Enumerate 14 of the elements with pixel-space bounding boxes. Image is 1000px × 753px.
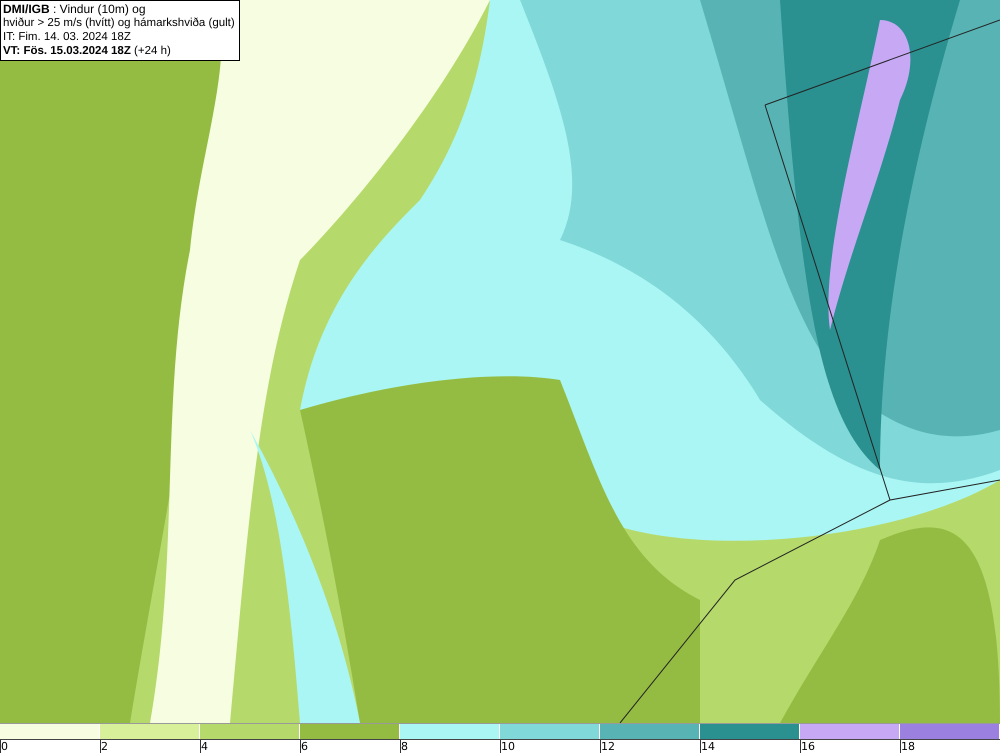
- legend-label: 2: [101, 740, 108, 753]
- info-text: IT: Fim. 14. 03. 2024 18Z: [3, 30, 132, 44]
- info-text: hviður > 25 m/s (hvítt) og hámarkshviða (gult): [3, 16, 235, 30]
- legend-label: 0: [1, 740, 8, 753]
- legend-label: 10: [501, 740, 515, 753]
- legend-label: 12: [601, 740, 615, 753]
- legend-label: 16: [801, 740, 815, 753]
- info-text: DMI/IGB : Vindur (10m) og: [3, 2, 146, 16]
- legend-label: 14: [701, 740, 715, 753]
- info-text: VT: Fös. 15.03.2024 18Z (+24 h): [3, 44, 172, 58]
- legend-label: 8: [401, 740, 408, 753]
- legend-label: 4: [201, 740, 208, 753]
- legend-label: 6: [301, 740, 308, 753]
- legend-label: 18: [901, 740, 915, 753]
